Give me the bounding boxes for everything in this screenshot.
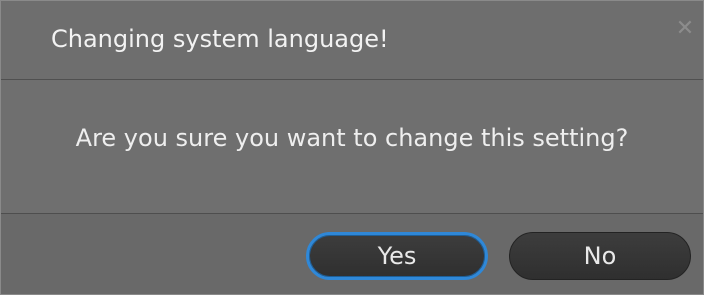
dialog-footer: Yes No xyxy=(1,214,703,294)
dialog-title: Changing system language! xyxy=(51,25,389,53)
confirmation-dialog: Changing system language! ✕ Are you sure… xyxy=(0,0,704,295)
yes-button[interactable]: Yes xyxy=(306,232,488,280)
dialog-body: Are you sure you want to change this set… xyxy=(1,80,703,213)
close-icon[interactable]: ✕ xyxy=(671,15,699,43)
dialog-message: Are you sure you want to change this set… xyxy=(75,124,629,152)
no-button[interactable]: No xyxy=(509,232,691,280)
dialog-titlebar: Changing system language! ✕ xyxy=(1,1,703,80)
